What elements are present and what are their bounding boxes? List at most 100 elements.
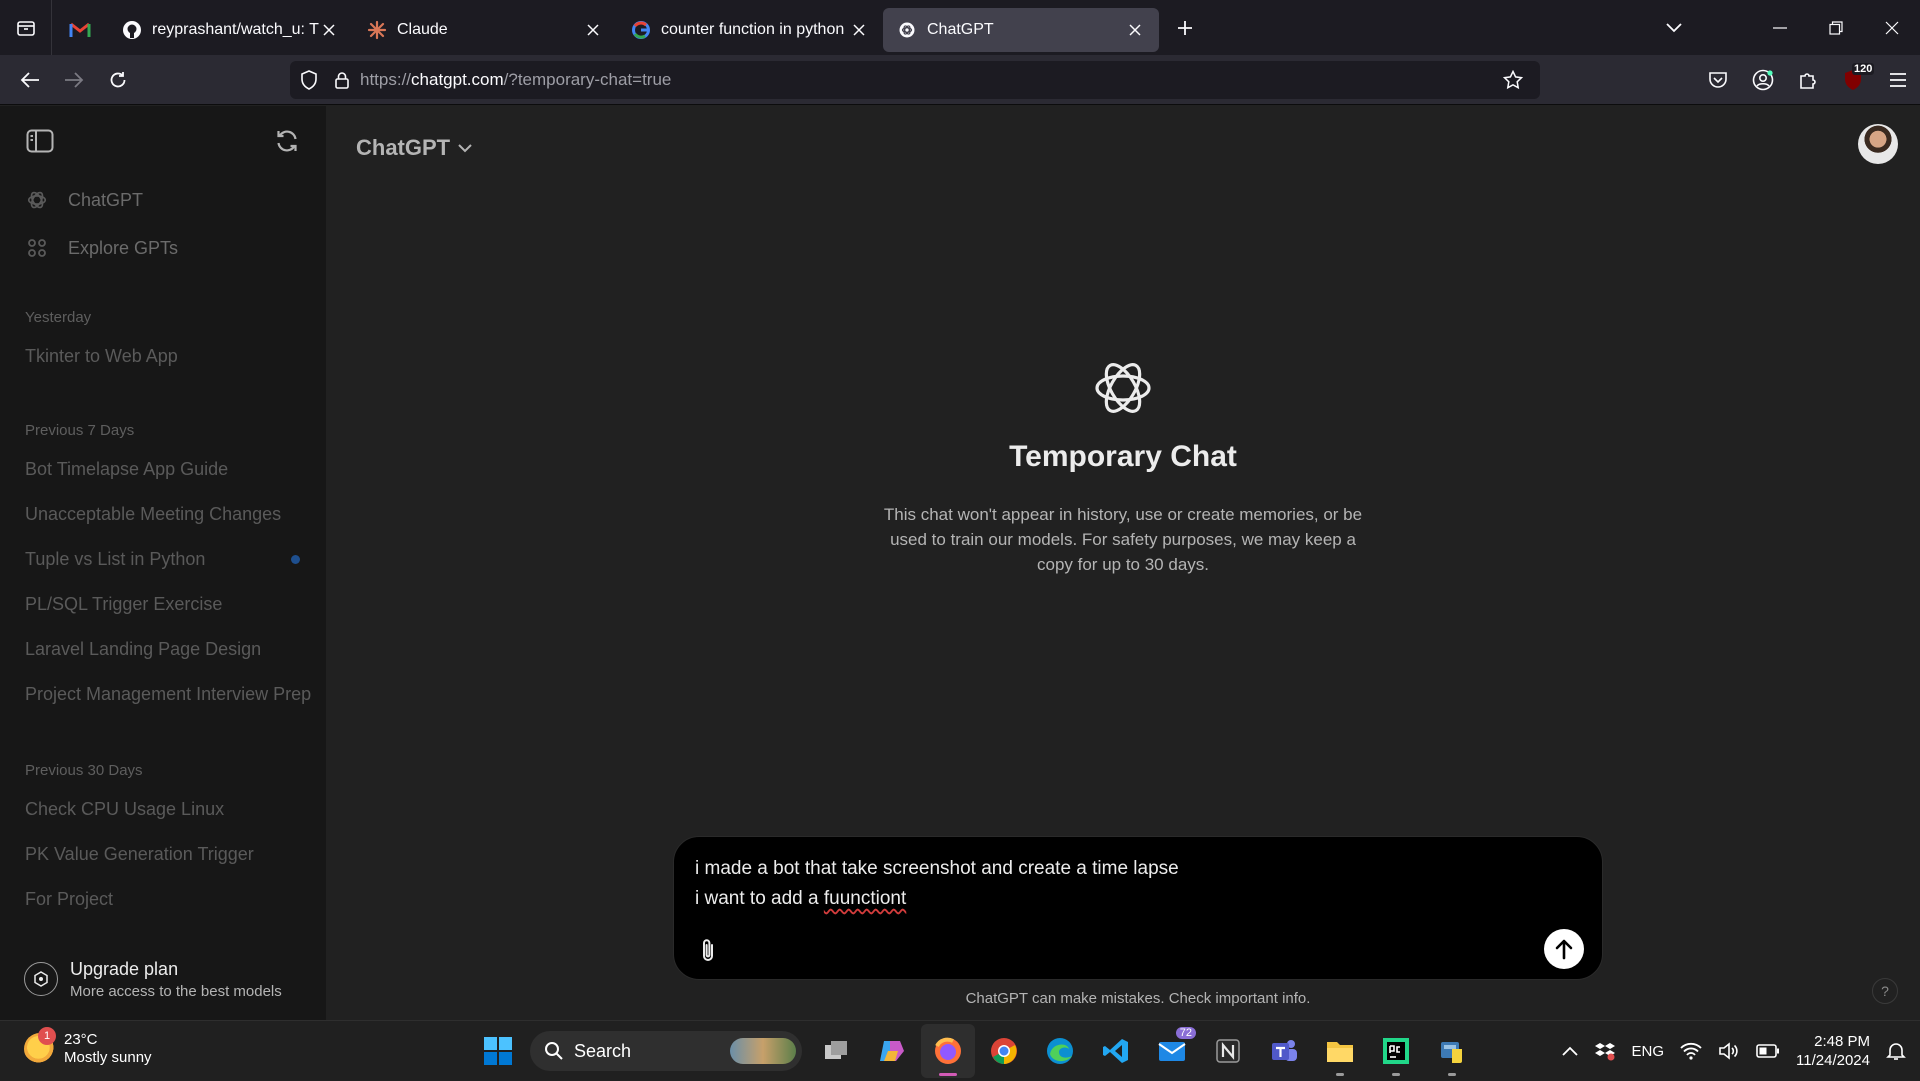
- taskbar-notion[interactable]: [1201, 1024, 1255, 1078]
- history-item[interactable]: PL/SQL Trigger Exercise: [0, 582, 326, 627]
- copilot-icon: [880, 1041, 904, 1061]
- tab-title: ChatGPT: [927, 20, 994, 38]
- attach-button[interactable]: [692, 935, 724, 967]
- pocket-icon: [1708, 72, 1727, 88]
- restore-button[interactable]: [1808, 0, 1864, 55]
- upgrade-plan-button[interactable]: Upgrade plan More access to the best mod…: [0, 938, 326, 1020]
- taskbar-vscode[interactable]: [1089, 1024, 1143, 1078]
- taskbar-teams[interactable]: [1257, 1024, 1311, 1078]
- language-indicator[interactable]: ENG: [1624, 1021, 1673, 1081]
- history-item[interactable]: For Project: [0, 877, 326, 922]
- tab-google-search[interactable]: counter function in python - Go: [617, 8, 883, 52]
- taskbar-file-explorer[interactable]: [1313, 1024, 1367, 1078]
- taskbar-firefox[interactable]: [921, 1024, 975, 1078]
- back-button[interactable]: [8, 60, 52, 100]
- tab-title: reyprashant/watch_u: This is the: [152, 20, 319, 38]
- composer-text-line-1[interactable]: i made a bot that take screenshot and cr…: [695, 858, 1179, 880]
- chatgpt-icon: [26, 189, 48, 211]
- tab-list-icon: [16, 20, 35, 36]
- list-all-tabs-button[interactable]: [1656, 8, 1692, 48]
- dropbox-tray-button[interactable]: [1586, 1021, 1624, 1081]
- taskbar-mail[interactable]: 72: [1145, 1024, 1199, 1078]
- minimize-button[interactable]: [1752, 0, 1808, 55]
- tab-list-button[interactable]: [0, 0, 52, 55]
- close-tab-icon[interactable]: [583, 20, 603, 40]
- weather-widget[interactable]: 1 23°C Mostly sunny: [24, 1027, 152, 1067]
- task-view-button[interactable]: [809, 1024, 863, 1078]
- refresh-icon[interactable]: [274, 128, 300, 154]
- sidebar-nav-label: Explore GPTs: [68, 237, 179, 258]
- history-item[interactable]: Project Management Interview Prep: [0, 672, 326, 717]
- taskbar-chrome[interactable]: [977, 1024, 1031, 1078]
- battery-button[interactable]: [1748, 1021, 1788, 1081]
- ublock-extension-button[interactable]: 120: [1830, 55, 1875, 105]
- sidebar-toggle-icon[interactable]: [26, 129, 54, 153]
- close-tab-icon[interactable]: [1125, 20, 1145, 40]
- url-bar[interactable]: https://chatgpt.com/?temporary-chat=true: [290, 61, 1540, 99]
- tab-chatgpt[interactable]: ChatGPT: [883, 7, 1159, 52]
- temporary-chat-hero: Temporary Chat This chat won't appear in…: [326, 356, 1920, 577]
- sidebar-nav-chatgpt[interactable]: ChatGPT: [0, 176, 326, 224]
- network-button[interactable]: [1672, 1021, 1710, 1081]
- volume-button[interactable]: [1710, 1021, 1748, 1081]
- history-group-label: Previous 30 Days: [25, 762, 143, 779]
- close-window-button[interactable]: [1864, 0, 1920, 55]
- history-item-with-dot[interactable]: Tuple vs List in Python: [0, 537, 326, 582]
- chatgpt-icon: [897, 20, 917, 40]
- browser-tab-strip: reyprashant/watch_u: This is the Claude …: [0, 0, 1920, 55]
- history-item[interactable]: PK Value Generation Trigger: [0, 832, 326, 877]
- notion-icon: [1216, 1039, 1240, 1063]
- url-text[interactable]: https://chatgpt.com/?temporary-chat=true: [360, 70, 671, 90]
- tab-claude[interactable]: Claude: [353, 8, 617, 52]
- running-indicator: [1336, 1073, 1344, 1076]
- page-title: Temporary Chat: [1009, 440, 1237, 473]
- avatar[interactable]: [1858, 124, 1898, 164]
- notifications-button[interactable]: [1878, 1021, 1920, 1081]
- help-button[interactable]: ?: [1872, 978, 1898, 1004]
- taskbar-edge[interactable]: [1033, 1024, 1087, 1078]
- sidebar-nav-label: ChatGPT: [68, 189, 144, 210]
- new-tab-button[interactable]: [1165, 8, 1205, 48]
- lock-icon[interactable]: [328, 61, 356, 99]
- weather-sun-icon: 1: [24, 1027, 56, 1065]
- taskbar-apps: Search 72: [470, 1021, 1480, 1081]
- weather-temp: 23°C: [64, 1031, 98, 1048]
- notification-badge: 1: [38, 1027, 56, 1045]
- plus-icon: [1178, 20, 1192, 35]
- close-tab-icon[interactable]: [849, 20, 869, 40]
- show-hidden-icons-button[interactable]: [1554, 1021, 1586, 1081]
- message-composer[interactable]: i made a bot that take screenshot and cr…: [673, 836, 1603, 980]
- window-controls: [1752, 0, 1920, 55]
- history-item[interactable]: Check CPU Usage Linux: [0, 787, 326, 832]
- extensions-button[interactable]: [1785, 55, 1830, 105]
- history-item[interactable]: Bot Timelapse App Guide: [0, 447, 326, 492]
- sidebar-nav-explore-gpts[interactable]: Explore GPTs: [0, 224, 326, 272]
- copilot-button[interactable]: [865, 1024, 919, 1078]
- firefox-icon: [935, 1037, 961, 1064]
- bookmark-star-icon[interactable]: [1494, 61, 1532, 99]
- history-item[interactable]: Tkinter to Web App: [0, 334, 326, 379]
- send-button[interactable]: [1544, 929, 1584, 969]
- clock[interactable]: 2:48 PM 11/24/2024: [1788, 1032, 1878, 1070]
- arrow-left-icon: [20, 71, 39, 88]
- tab-gmail[interactable]: [52, 8, 108, 52]
- forward-button[interactable]: [52, 60, 96, 100]
- close-tab-icon[interactable]: [319, 20, 339, 40]
- taskbar-pycharm[interactable]: [1369, 1024, 1423, 1078]
- reload-button[interactable]: [96, 60, 140, 100]
- app-menu-button[interactable]: [1875, 55, 1920, 105]
- shield-icon[interactable]: [290, 61, 328, 99]
- taskbar-search[interactable]: Search: [530, 1031, 802, 1071]
- search-label: Search: [574, 1040, 632, 1061]
- tab-github[interactable]: reyprashant/watch_u: This is the: [108, 8, 353, 52]
- misspelled-word[interactable]: fuunctiont: [824, 888, 906, 909]
- history-item[interactable]: Laravel Landing Page Design: [0, 627, 326, 672]
- taskbar-python[interactable]: [1425, 1024, 1479, 1078]
- model-selector[interactable]: ChatGPT: [356, 128, 472, 168]
- account-button[interactable]: [1740, 55, 1785, 105]
- weather-description: Mostly sunny: [64, 1049, 152, 1066]
- history-item[interactable]: Unacceptable Meeting Changes: [0, 492, 326, 537]
- start-button[interactable]: [471, 1024, 525, 1078]
- composer-text-line-2[interactable]: i want to add a fuunctiont: [695, 888, 906, 910]
- pocket-button[interactable]: [1695, 55, 1740, 105]
